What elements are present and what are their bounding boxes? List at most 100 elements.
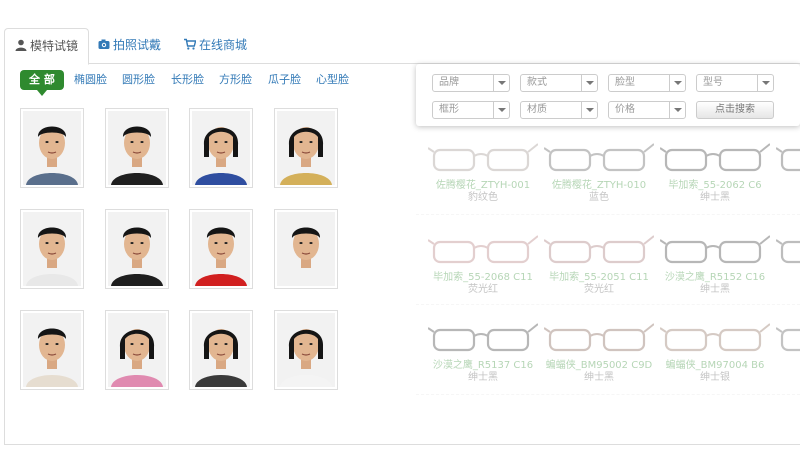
product-name[interactable]: 蝙蝠侠_BM97004 B6 [656,360,774,372]
product-name[interactable]: 蝙蝠侠_BM95002 C9D [540,360,658,372]
user-icon [15,39,27,51]
model-photo[interactable] [105,209,169,289]
product-item[interactable]: 佐腾樱花_ZTYH-010 蓝色 [540,138,658,216]
material-select[interactable]: 材质 [520,101,598,119]
model-portrait [192,212,250,286]
product-color: 绅士银 [700,372,730,383]
product-name[interactable]: 佐腾樱花_ZTYH-010 [540,180,658,192]
face-shape-all[interactable]: 全 部 [20,70,64,96]
glasses-image [660,143,770,172]
cart-icon [184,38,196,50]
product-name[interactable]: 毕加索_55-2051 C11 [540,272,658,284]
tab-model-tryon[interactable]: 模特试镜 [4,28,90,65]
face-shape-oval[interactable]: 椭圆脸 [74,70,107,90]
model-portrait [277,111,335,185]
product-color: 豹纹色 [468,192,498,203]
product-row-divider [416,304,800,305]
glasses-image [544,143,654,172]
product-name[interactable]: 沙漠之鹰_R5137 C16 [424,360,542,372]
tab-label: 模特试镜 [30,39,79,53]
tab-label: 在线商城 [199,38,248,52]
search-button[interactable]: 点击搜索 [696,101,774,119]
filter-panel: 品牌 款式 脸型 型号 框形 材质 价格 点击搜索 [416,64,800,126]
model-photo[interactable] [189,108,253,188]
face-shape-oval-melon-seed[interactable]: 瓜子脸 [268,70,301,90]
face-type-select[interactable]: 脸型 [608,74,686,92]
product-item[interactable]: 沙漠之鹰_R5152 C16 绅士黑 [656,230,774,308]
product-item[interactable]: 毕加索_55-2062 C6 绅士黑 [656,138,774,216]
product-name[interactable]: 沙漠之 [772,272,800,284]
face-shape-long[interactable]: 长形脸 [171,70,204,90]
product-item[interactable]: 毕加 [772,138,800,216]
product-name[interactable]: 毕加索_55-2068 C11 [424,272,542,284]
product-name[interactable]: 毕加索_55-2062 C6 [656,180,774,192]
model-photo[interactable] [20,209,84,289]
glasses-image [544,323,654,352]
chevron-down-icon [493,75,509,91]
model-photo[interactable] [105,108,169,188]
model-number-select[interactable]: 型号 [696,74,774,92]
model-portrait [108,111,166,185]
model-photo[interactable] [20,310,84,390]
frame-shape-select[interactable]: 框形 [432,101,510,119]
style-select[interactable]: 款式 [520,74,598,92]
product-name[interactable]: 沙漠之鹰_R5152 C16 [656,272,774,284]
tab-label: 拍照试戴 [113,38,162,52]
brand-select[interactable]: 品牌 [432,74,510,92]
tab-online-store[interactable]: 在线商城 [174,28,257,64]
price-select-label: 价格 [615,104,635,115]
chevron-down-icon [669,102,685,118]
model-photo[interactable] [274,108,338,188]
frame-shape-select-label: 框形 [439,104,459,115]
glasses-image [660,323,770,352]
chevron-down-icon [581,75,597,91]
glasses-image [428,143,538,172]
product-name[interactable]: 佐腾樱花_ZTYH-001 [424,180,542,192]
model-photo[interactable] [274,209,338,289]
product-color: 绅士黑 [468,372,498,383]
product-row-divider [416,394,800,395]
face-type-select-label: 脸型 [615,77,635,88]
glasses-image [544,235,654,264]
model-portrait [108,212,166,286]
product-item[interactable]: 毕加索_55-2051 C11 荧光红 [540,230,658,308]
face-shape-round[interactable]: 圆形脸 [122,70,155,90]
face-shape-heart[interactable]: 心型脸 [316,70,349,90]
model-number-select-label: 型号 [703,77,723,88]
chevron-down-icon [493,102,509,118]
face-shape-square[interactable]: 方形脸 [219,70,252,90]
product-item[interactable]: 毕加索_55-2068 C11 荧光红 [424,230,542,308]
glasses-image [428,235,538,264]
product-name[interactable]: 蝙蝠侠 [772,360,800,372]
model-photo[interactable] [20,108,84,188]
glasses-image [776,327,800,352]
model-photo[interactable] [189,310,253,390]
model-photo[interactable] [189,209,253,289]
product-color: 绅士黑 [584,372,614,383]
product-color: 绅士黑 [700,192,730,203]
glasses-image [428,323,538,352]
model-photo[interactable] [274,310,338,390]
product-item[interactable]: 沙漠之鹰_R5137 C16 绅士黑 [424,318,542,396]
product-color: 荧光红 [468,284,498,295]
product-row-divider [416,214,800,215]
product-item[interactable]: 沙漠之 [772,230,800,308]
product-item[interactable]: 佐腾樱花_ZTYH-001 豹纹色 [424,138,542,216]
product-color: 绅士黑 [700,284,730,295]
price-select[interactable]: 价格 [608,101,686,119]
product-item[interactable]: 蝙蝠侠_BM95002 C9D 绅士黑 [540,318,658,396]
model-portrait [23,212,81,286]
model-portrait [23,111,81,185]
tab-photo-tryon[interactable]: 拍照试戴 [88,28,171,64]
product-name[interactable]: 毕加 [772,180,800,192]
model-portrait [108,313,166,387]
model-portrait [277,313,335,387]
chevron-down-icon [581,102,597,118]
product-item[interactable]: 蝙蝠侠 [772,318,800,396]
camera-icon [98,39,110,49]
product-item[interactable]: 蝙蝠侠_BM97004 B6 绅士银 [656,318,774,396]
model-portrait [23,313,81,387]
chevron-down-icon [669,75,685,91]
tab-bar: 模特试镜 拍照试戴 在线商城 [4,28,800,65]
model-photo[interactable] [105,310,169,390]
